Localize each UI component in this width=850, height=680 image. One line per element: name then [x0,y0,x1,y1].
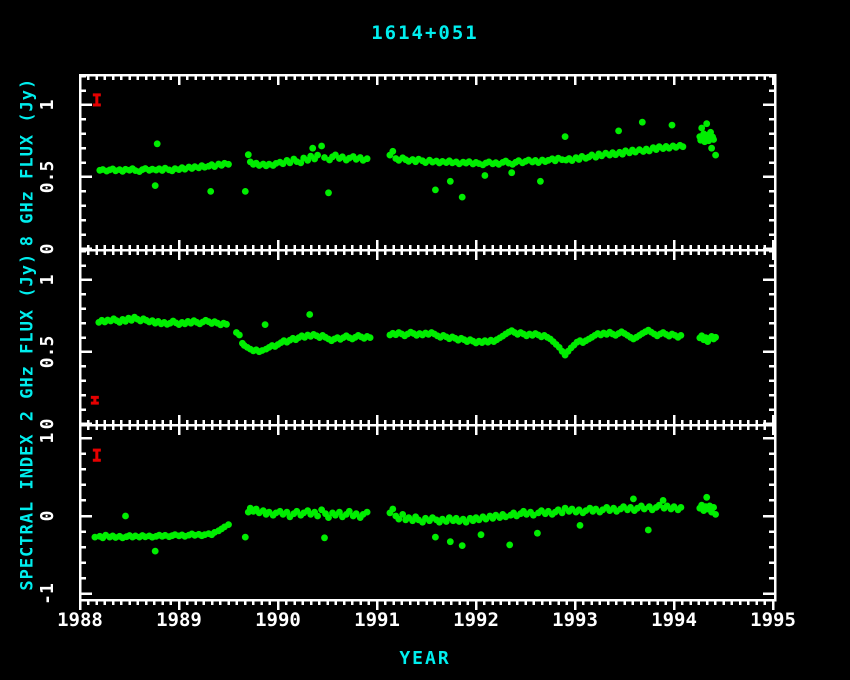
plot-canvas: 1988 1989 1990 1991 1992 1993 1994 1995 0 0.5 1 0 0.… [0,0,850,680]
data-point [703,494,710,501]
data-point [389,506,396,513]
data-point [506,542,513,549]
y-tick-label: 0 [37,244,58,255]
y-tick-label: 1 [37,433,58,444]
data-point [122,513,129,520]
data-point [364,509,371,516]
data-point [242,188,249,195]
y-tick-label: 1 [37,100,58,111]
data-point [152,182,159,189]
data-point [678,332,685,339]
data-point [207,188,214,195]
chart-title: 1614+051 [0,22,850,44]
panel-frame-spectral-index [80,425,775,600]
y-tick-label: 0.5 [37,161,58,194]
data-point [508,169,515,176]
plot-page: 1614+051 8 GHz FLUX (Jy) 2 GHz FLUX (Jy)… [0,0,850,680]
data-point [225,161,232,168]
x-tick-label: 1995 [750,609,796,631]
data-point [678,504,685,511]
data-point [710,136,717,143]
y-tick-label: 0.5 [37,336,58,369]
data-point [318,143,325,150]
data-point [432,187,439,194]
data-point [389,148,396,155]
data-point [447,178,454,185]
data-point [562,133,569,140]
x-tick-label: 1990 [255,609,301,631]
x-tick-label: 1993 [552,609,598,631]
data-point [712,152,719,159]
data-point [645,527,652,534]
data-point [447,538,454,545]
data-point [309,145,316,152]
data-point [712,511,719,518]
data-point [225,521,232,528]
x-tick-label: 1988 [57,609,103,631]
y-tick-label: 0 [37,419,58,430]
data-point [459,194,466,201]
data-point [712,334,719,341]
x-tick-label: 1991 [354,609,400,631]
y-axis-title-2ghz: 2 GHz FLUX (Jy) [17,250,39,425]
data-point [482,172,489,179]
data-point [639,119,646,126]
data-point [223,321,230,328]
x-tick-label: 1994 [651,609,697,631]
y-tick-label: -1 [37,583,58,605]
data-point [630,496,637,503]
data-point [367,334,374,341]
data-point [314,513,321,520]
data-point [537,178,544,185]
y-tick-label: 0 [37,511,58,522]
data-point [152,548,159,555]
data-point [321,534,328,541]
data-point [262,321,269,328]
data-point [236,332,243,339]
data-point [245,151,252,158]
data-point [242,534,249,541]
data-point [710,504,717,511]
data-point [703,120,710,127]
data-point [577,522,584,529]
data-point [154,140,161,147]
data-point [364,155,371,162]
y-tick-label: 1 [37,275,58,286]
x-axis-title: YEAR [0,648,850,669]
x-tick-label: 1989 [156,609,202,631]
data-point [534,530,541,537]
data-point [478,531,485,538]
data-point [669,122,676,129]
data-point [325,189,332,196]
data-point [306,311,313,318]
data-point [660,497,667,504]
data-point [680,143,687,150]
data-point [615,127,622,134]
x-tick-label: 1992 [453,609,499,631]
data-point [314,152,321,159]
data-point [432,534,439,541]
data-point [708,145,715,152]
data-point [459,542,466,549]
y-axis-title-spectral-index: SPECTRAL INDEX [17,425,39,600]
y-axis-title-8ghz: 8 GHz FLUX (Jy) [17,75,39,250]
